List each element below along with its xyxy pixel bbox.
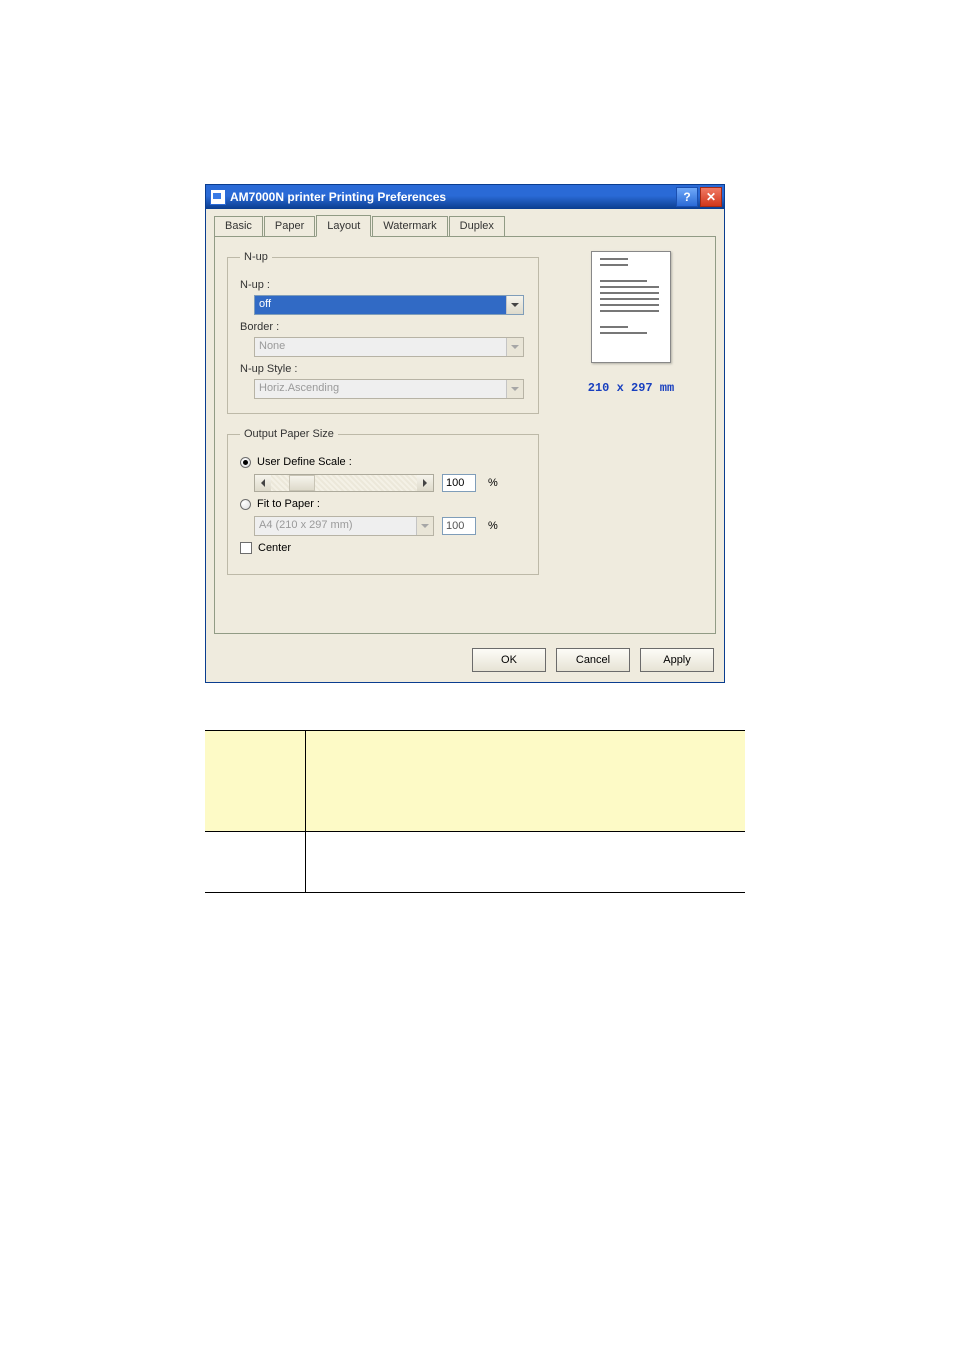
border-label: Border :: [240, 321, 526, 333]
border-select-value: None: [255, 338, 506, 356]
titlebar: AM7000N printer Printing Preferences ? ✕: [206, 185, 724, 209]
chevron-right-icon: [423, 479, 427, 487]
preview-line: [600, 326, 628, 328]
nup-group: N-up N-up : off Border : None: [227, 251, 539, 414]
output-paper-size-group: Output Paper Size User Define Scale :: [227, 428, 539, 575]
preview-line: [600, 280, 647, 282]
table-cell: [305, 832, 745, 893]
preview-line: [600, 286, 659, 288]
tab-layout[interactable]: Layout: [316, 215, 371, 237]
nup-style-label: N-up Style :: [240, 363, 526, 375]
tab-label: Duplex: [460, 220, 494, 232]
border-select-button: [506, 338, 523, 356]
scale-scrollbar[interactable]: [254, 474, 434, 492]
table-header-row: [205, 731, 745, 832]
preview-line: [600, 292, 659, 294]
scale-value-input[interactable]: [442, 474, 476, 492]
help-button[interactable]: ?: [676, 187, 698, 207]
apply-button[interactable]: Apply: [640, 648, 714, 672]
cancel-button-label: Cancel: [576, 654, 610, 666]
radio-fit-to-paper[interactable]: [240, 499, 251, 510]
close-button[interactable]: ✕: [700, 187, 722, 207]
scale-increment[interactable]: [417, 475, 433, 491]
preview-line: [600, 258, 628, 260]
border-select: None: [254, 337, 524, 357]
preview-line: [600, 264, 628, 266]
fit-to-paper-label: Fit to Paper :: [257, 498, 320, 510]
tab-label: Paper: [275, 220, 304, 232]
fit-to-paper-option[interactable]: Fit to Paper :: [240, 498, 526, 510]
preview-line: [600, 304, 659, 306]
center-checkbox[interactable]: [240, 542, 252, 554]
percent-label-2: %: [488, 520, 498, 532]
close-icon: ✕: [706, 190, 716, 204]
nup-style-select-value: Horiz.Ascending: [255, 380, 506, 398]
radio-user-define[interactable]: [240, 457, 251, 468]
preview-area: 210 x 297 mm: [571, 251, 691, 395]
nup-select[interactable]: off: [254, 295, 524, 315]
help-icon: ?: [683, 190, 690, 204]
nup-select-button[interactable]: [506, 296, 523, 314]
user-define-scale-option[interactable]: User Define Scale :: [240, 456, 526, 468]
tab-panel-layout: N-up N-up : off Border : None: [214, 236, 716, 634]
preview-line: [600, 310, 659, 312]
dialog-buttons: OK Cancel Apply: [206, 638, 724, 682]
page-preview: [591, 251, 671, 363]
preview-line: [600, 332, 647, 334]
tab-watermark[interactable]: Watermark: [372, 216, 447, 238]
ok-button-label: OK: [501, 654, 517, 666]
tab-label: Watermark: [383, 220, 436, 232]
user-define-scale-label: User Define Scale :: [257, 456, 352, 468]
window-buttons: ? ✕: [676, 187, 722, 207]
nup-style-select: Horiz.Ascending: [254, 379, 524, 399]
fit-paper-select-button: [416, 517, 433, 535]
nup-select-value: off: [255, 296, 506, 314]
apply-button-label: Apply: [663, 654, 691, 666]
tabs: Basic Paper Layout Watermark Duplex: [214, 215, 716, 237]
output-legend: Output Paper Size: [240, 428, 338, 440]
nup-style-select-button: [506, 380, 523, 398]
dialog-body: Basic Paper Layout Watermark Duplex: [206, 209, 724, 638]
fit-paper-select-value: A4 (210 x 297 mm): [255, 517, 416, 535]
paper-dimensions: 210 x 297 mm: [571, 381, 691, 395]
chevron-down-icon: [511, 345, 519, 349]
nup-label: N-up :: [240, 279, 526, 291]
scale-thumb[interactable]: [289, 475, 315, 491]
cancel-button[interactable]: Cancel: [556, 648, 630, 672]
table-row: [205, 832, 745, 893]
table-header-cell: [305, 731, 745, 832]
tab-basic[interactable]: Basic: [214, 216, 263, 238]
center-label: Center: [258, 542, 291, 554]
preview-line: [600, 298, 659, 300]
dialog-title: AM7000N printer Printing Preferences: [230, 190, 676, 204]
scale-decrement[interactable]: [255, 475, 271, 491]
chevron-down-icon: [421, 524, 429, 528]
chevron-down-icon: [511, 303, 519, 307]
ok-button[interactable]: OK: [472, 648, 546, 672]
chevron-down-icon: [511, 387, 519, 391]
percent-label-1: %: [488, 477, 498, 489]
scale-track[interactable]: [271, 475, 417, 491]
center-option[interactable]: Center: [240, 542, 526, 554]
fit-paper-select: A4 (210 x 297 mm): [254, 516, 434, 536]
table-cell: [205, 832, 305, 893]
app-icon: [210, 189, 226, 205]
tab-duplex[interactable]: Duplex: [449, 216, 505, 238]
tab-paper[interactable]: Paper: [264, 216, 315, 238]
description-table: [205, 730, 745, 893]
table-header-cell: [205, 731, 305, 832]
tab-label: Basic: [225, 220, 252, 232]
fit-scale-value-input: [442, 517, 476, 535]
tab-label: Layout: [327, 220, 360, 232]
preferences-dialog: AM7000N printer Printing Preferences ? ✕…: [205, 184, 725, 683]
description-table-container: [205, 730, 745, 893]
chevron-left-icon: [261, 479, 265, 487]
nup-legend: N-up: [240, 251, 272, 263]
